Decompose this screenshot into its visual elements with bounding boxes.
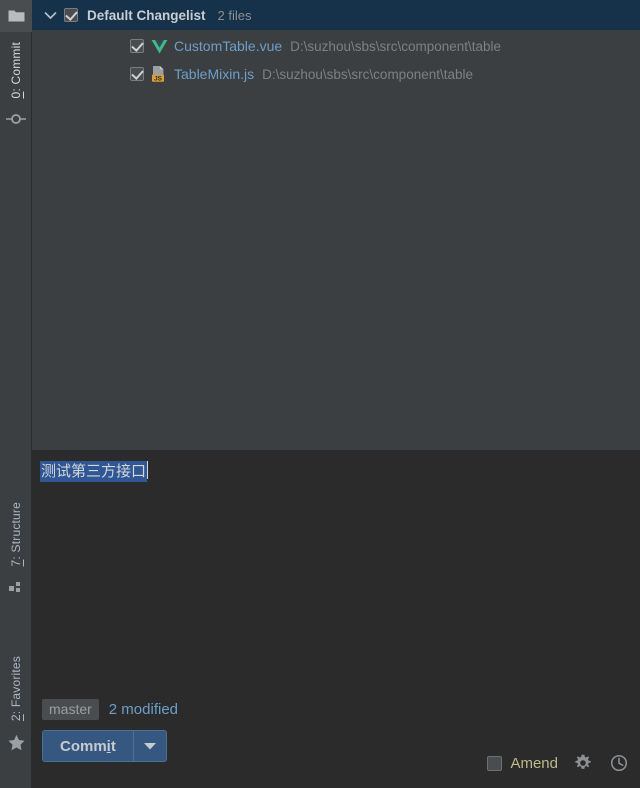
footer-actions: Amend xyxy=(487,752,630,774)
js-file-icon: JS xyxy=(150,65,168,83)
amend-label: Amend xyxy=(510,754,558,772)
structure-icon xyxy=(0,572,32,602)
sidebar-item-structure[interactable]: 7: Structure xyxy=(0,496,32,602)
list-item[interactable]: CustomTable.vue D:\suzhou\sbs\src\compon… xyxy=(32,32,640,60)
commit-dropdown-button[interactable] xyxy=(134,731,166,761)
tool-window-stripe: 0: Commit 7: Structure 2: Favorites xyxy=(0,0,32,788)
file-checkbox[interactable] xyxy=(130,67,144,81)
file-path: D:\suzhou\sbs\src\component\table xyxy=(262,66,473,82)
chevron-down-icon[interactable] xyxy=(42,7,58,23)
amend-checkbox-wrapper[interactable]: Amend xyxy=(487,755,558,772)
list-item[interactable]: JS TableMixin.js D:\suzhou\sbs\src\compo… xyxy=(32,60,640,88)
commit-button[interactable]: Comm i t xyxy=(42,730,167,762)
commit-message-input[interactable]: 测试第三方接口 xyxy=(40,461,148,482)
status-bar xyxy=(32,778,640,788)
commit-footer: master 2 modified Comm i t Amend xyxy=(32,692,640,788)
clock-icon xyxy=(610,754,628,772)
vue-file-icon xyxy=(150,37,168,55)
text-caret xyxy=(147,461,149,479)
commit-message-area[interactable]: 测试第三方接口 xyxy=(32,452,640,692)
commit-tool-window: 0: Commit 7: Structure 2: Favorites Defa… xyxy=(0,0,640,788)
svg-text:JS: JS xyxy=(154,75,163,82)
changelist-file-count: 2 files xyxy=(217,7,252,23)
star-icon xyxy=(0,727,32,757)
file-checkbox[interactable] xyxy=(130,39,144,53)
sidebar-item-commit-label: 0: Commit xyxy=(9,42,23,99)
project-folder-button[interactable] xyxy=(0,0,32,32)
commit-settings-button[interactable] xyxy=(572,752,594,774)
sidebar-item-favorites-label: 2: Favorites xyxy=(9,656,23,722)
sidebar-item-structure-label: 7: Structure xyxy=(9,502,23,567)
commit-node-icon xyxy=(0,104,32,134)
changelist-header-row[interactable]: Default Changelist 2 files xyxy=(32,0,640,30)
sidebar-item-commit[interactable]: 0: Commit xyxy=(0,36,32,134)
modified-count-link[interactable]: 2 modified xyxy=(109,701,178,718)
file-path: D:\suzhou\sbs\src\component\table xyxy=(290,38,502,54)
folder-icon xyxy=(8,10,24,22)
file-name: TableMixin.js xyxy=(174,66,255,82)
branch-row: master 2 modified xyxy=(40,692,632,726)
file-name: CustomTable.vue xyxy=(174,38,283,54)
chevron-down-icon xyxy=(143,743,156,750)
commit-history-button[interactable] xyxy=(608,752,630,774)
sidebar-item-favorites[interactable]: 2: Favorites xyxy=(0,650,32,757)
changelist-checkbox[interactable] xyxy=(64,8,78,22)
commit-button-label: Comm i t xyxy=(60,737,116,755)
commit-main-column: Default Changelist 2 files CustomTable.v… xyxy=(32,0,640,788)
branch-chip: master xyxy=(42,698,99,720)
changelist-title: Default Changelist xyxy=(87,7,206,23)
amend-checkbox[interactable] xyxy=(487,755,503,771)
changed-files-list[interactable]: CustomTable.vue D:\suzhou\sbs\src\compon… xyxy=(32,30,640,450)
gear-icon xyxy=(575,754,591,769)
